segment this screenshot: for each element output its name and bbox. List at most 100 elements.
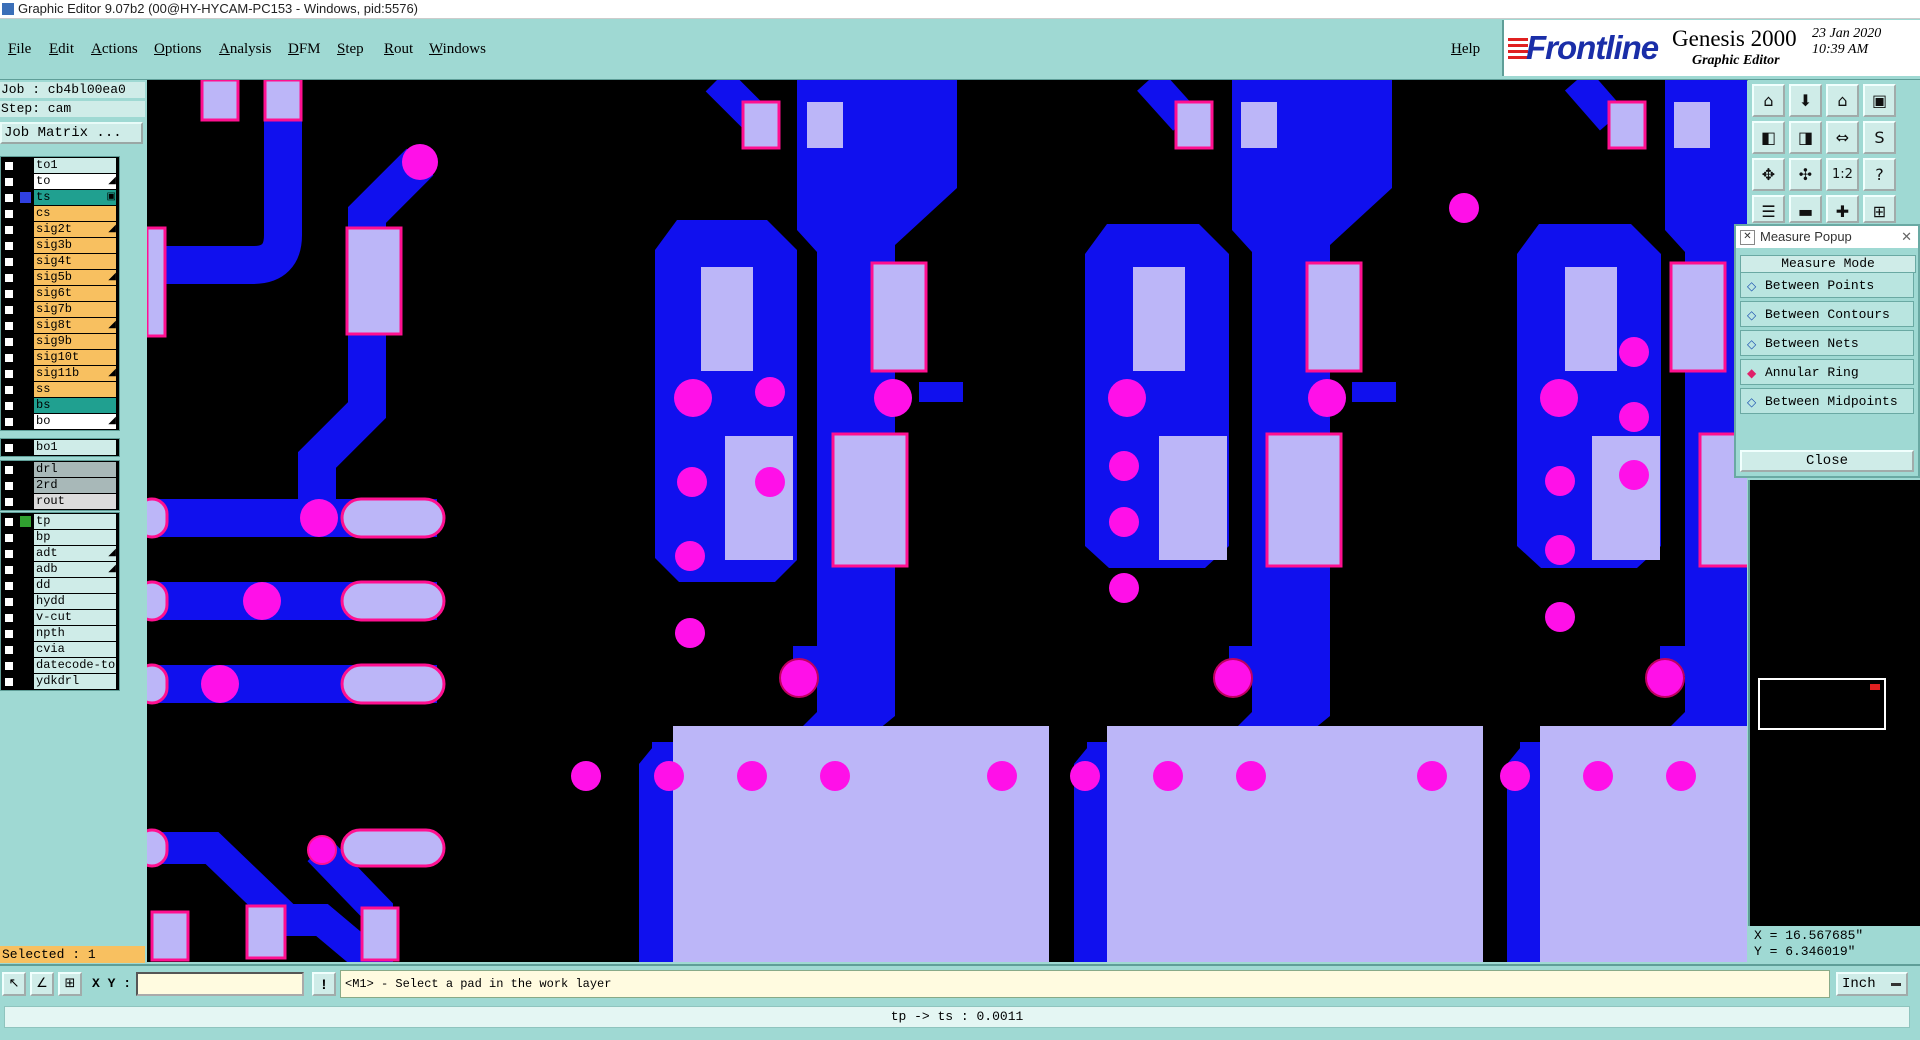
measure-close-button[interactable]: Close [1740, 450, 1914, 472]
layer-row-ss[interactable]: ss [1, 382, 119, 397]
layer-checkbox[interactable] [4, 443, 14, 453]
overview-map[interactable] [1748, 480, 1920, 926]
zoom-out-icon[interactable]: ✣ [1789, 158, 1822, 191]
angle-icon[interactable]: ∠ [30, 972, 54, 996]
menu-edit[interactable]: Edit [49, 41, 74, 58]
layer-row-sig4t[interactable]: sig4t [1, 254, 119, 269]
layer-row-to[interactable]: to ◢ [1, 174, 119, 189]
help-icon[interactable]: ? [1863, 158, 1896, 191]
layer-checkbox[interactable] [4, 645, 14, 655]
layer-row-drl[interactable]: drl [1, 462, 119, 477]
layer-row-bs[interactable]: bs [1, 398, 119, 413]
layer-row-adt[interactable]: adt ◢ [1, 546, 119, 561]
layer-checkbox[interactable] [4, 241, 14, 251]
layer-checkbox[interactable] [4, 369, 14, 379]
layer-checkbox[interactable] [4, 321, 14, 331]
layer-checkbox[interactable] [4, 209, 14, 219]
layer-checkbox[interactable] [4, 337, 14, 347]
layer-row-sig6t[interactable]: sig6t [1, 286, 119, 301]
measure-option-between-midpoints[interactable]: ◇ Between Midpoints [1740, 388, 1914, 414]
overview-viewport[interactable] [1758, 678, 1886, 730]
layer-checkbox[interactable] [4, 629, 14, 639]
layer-row-ts[interactable]: ts ▣ [1, 190, 119, 205]
layer-row-v-cut[interactable]: v-cut [1, 610, 119, 625]
layer-checkbox[interactable] [4, 613, 14, 623]
layer-checkbox[interactable] [4, 225, 14, 235]
layer-checkbox[interactable] [4, 497, 14, 507]
layer-row-sig2t[interactable]: sig2t ◢ [1, 222, 119, 237]
layer-row-sig10t[interactable]: sig10t [1, 350, 119, 365]
layer-checkbox[interactable] [4, 161, 14, 171]
layer-checkbox[interactable] [4, 417, 14, 427]
menu-options[interactable]: Options [154, 41, 202, 58]
layer-checkbox[interactable] [4, 193, 14, 203]
zoom-home-icon[interactable]: ⌂ [1752, 84, 1785, 117]
measure-icon[interactable]: ⊞ [1863, 195, 1896, 223]
layer-row-hydd[interactable]: hydd [1, 594, 119, 609]
layer-checkbox[interactable] [4, 517, 14, 527]
layer-row-sig9b[interactable]: sig9b [1, 334, 119, 349]
menu-actions[interactable]: Actions [91, 41, 138, 58]
menu-rout[interactable]: Rout [384, 41, 413, 58]
units-dropdown[interactable]: Inch [1836, 972, 1908, 996]
layer-checkbox[interactable] [4, 177, 14, 187]
fit-icon[interactable]: ⇔ [1826, 121, 1859, 154]
layer-row-cvia[interactable]: cvia [1, 642, 119, 657]
menu-file[interactable]: File [8, 41, 31, 58]
layer-checkbox[interactable] [4, 465, 14, 475]
layer-row-adb[interactable]: adb ◢ [1, 562, 119, 577]
xy-input[interactable] [136, 972, 304, 996]
snap-icon[interactable]: ✚ [1826, 195, 1859, 223]
layer-checkbox[interactable] [4, 273, 14, 283]
layer-checkbox[interactable] [4, 661, 14, 671]
layer-row-sig11b[interactable]: sig11b ◢ [1, 366, 119, 381]
popup-close-icon[interactable]: ✕ [1901, 226, 1912, 248]
zoom-in-icon[interactable]: ✥ [1752, 158, 1785, 191]
layer-row-2rd[interactable]: 2rd [1, 478, 119, 493]
menu-step[interactable]: Step [337, 41, 364, 58]
measure-option-between-nets[interactable]: ◇ Between Nets [1740, 330, 1914, 356]
layer-row-bp[interactable]: bp [1, 530, 119, 545]
layer-row-ydkdrl[interactable]: ydkdrl [1, 674, 119, 689]
layer-checkbox[interactable] [4, 677, 14, 687]
layer-checkbox[interactable] [4, 385, 14, 395]
layer-checkbox[interactable] [4, 289, 14, 299]
measure-option-between-contours[interactable]: ◇ Between Contours [1740, 301, 1914, 327]
window-icon[interactable]: ▣ [1863, 84, 1896, 117]
layer-row-sig5b[interactable]: sig5b ◢ [1, 270, 119, 285]
layer-row-rout[interactable]: rout [1, 494, 119, 509]
layer-checkbox[interactable] [4, 481, 14, 491]
layer-row-bo[interactable]: bo ◢ [1, 414, 119, 429]
info-button[interactable]: ! [312, 972, 336, 996]
layer-checkbox[interactable] [4, 581, 14, 591]
layer-checkbox[interactable] [4, 305, 14, 315]
grid-icon[interactable]: ⊞ [58, 972, 82, 996]
pointer-icon[interactable]: ↖ [2, 972, 26, 996]
layer-row-sig3b[interactable]: sig3b [1, 238, 119, 253]
layer-checkbox[interactable] [4, 533, 14, 543]
menu-windows[interactable]: Windows [429, 41, 486, 58]
layer-row-npth[interactable]: npth [1, 626, 119, 641]
measure-option-annular-ring[interactable]: ◆ Annular Ring [1740, 359, 1914, 385]
fill-icon[interactable]: ▬ [1789, 195, 1822, 223]
layer-checkbox[interactable] [4, 565, 14, 575]
layer-row-bo1[interactable]: bo1 [1, 440, 119, 455]
house-icon[interactable]: ⌂ [1826, 84, 1859, 117]
layer-row-to1[interactable]: to1 [1, 158, 119, 173]
pan-right-icon[interactable]: ◨ [1789, 121, 1822, 154]
pan-left-icon[interactable]: ◧ [1752, 121, 1785, 154]
layer-checkbox[interactable] [4, 257, 14, 267]
layer-checkbox[interactable] [4, 549, 14, 559]
layer-checkbox[interactable] [4, 597, 14, 607]
layer-row-datecode-to[interactable]: datecode-to [1, 658, 119, 673]
layers-icon[interactable]: ☰ [1752, 195, 1785, 223]
layer-checkbox[interactable] [4, 353, 14, 363]
layer-row-cs[interactable]: cs [1, 206, 119, 221]
layer-checkbox[interactable] [4, 401, 14, 411]
menu-dfm[interactable]: DFM [288, 41, 321, 58]
measure-option-between-points[interactable]: ◇ Between Points [1740, 272, 1914, 298]
job-matrix-button[interactable]: Job Matrix ... [0, 122, 143, 144]
layer-row-sig8t[interactable]: sig8t ◢ [1, 318, 119, 333]
scale-icon[interactable]: 1:2 [1826, 158, 1859, 191]
graphic-canvas[interactable] [147, 80, 1747, 962]
